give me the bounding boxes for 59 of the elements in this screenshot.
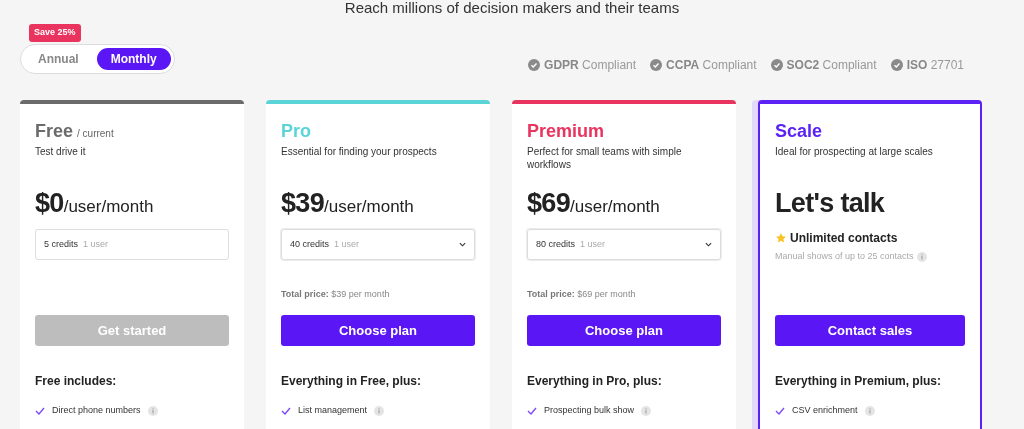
includes-heading: Everything in Free, plus:: [281, 373, 423, 390]
plan-tag: / current: [77, 126, 114, 141]
info-icon[interactable]: [374, 405, 385, 416]
includes-heading: Everything in Pro, plus:: [527, 373, 663, 390]
price-unit: /user/month: [63, 197, 154, 218]
feature-label: Prospecting bulk show: [544, 404, 635, 417]
credits-dropdown[interactable]: 40 credits 1 user: [281, 229, 475, 260]
plan-price: $69: [527, 187, 571, 220]
perk-note: Manual shows of up to 25 contacts: [775, 250, 914, 263]
feature-label: CSV enrichment: [792, 404, 858, 417]
includes-heading: Free includes:: [35, 373, 118, 390]
info-icon[interactable]: [916, 251, 927, 262]
credits-field: 5 credits 1 user: [35, 229, 229, 260]
perk-title: Unlimited contacts: [790, 230, 898, 247]
total-price: Total price: $39 per month: [281, 289, 390, 299]
plan-price: $0: [35, 187, 64, 220]
info-icon[interactable]: [864, 405, 875, 416]
plan-name: Premium: [527, 120, 605, 142]
plan-button[interactable]: Choose plan: [281, 315, 475, 346]
compliance-label: CCPA Compliant: [666, 57, 757, 74]
check-icon: [35, 406, 45, 415]
plan-name: Scale: [775, 120, 823, 142]
plan-price: Let's talk: [775, 187, 885, 220]
compliance-label: ISO 27701: [906, 57, 964, 74]
plan-description: Test drive it: [35, 145, 87, 159]
check-circle-icon: [650, 59, 663, 71]
plan-button[interactable]: Contact sales: [775, 315, 965, 346]
billing-toggle[interactable]: Annual Monthly: [20, 44, 175, 74]
check-circle-icon: [770, 59, 783, 71]
check-circle-icon: [890, 59, 903, 71]
star-icon: [775, 232, 787, 244]
discount-badge: Save 25%: [29, 24, 81, 42]
plan-button[interactable]: Choose plan: [527, 315, 721, 346]
billing-option[interactable]: Monthly: [96, 48, 171, 70]
total-price: Total price: $69 per month: [527, 289, 636, 299]
credits-dropdown[interactable]: 80 credits 1 user: [527, 229, 721, 260]
info-icon[interactable]: [147, 405, 158, 416]
info-icon[interactable]: [641, 405, 652, 416]
includes-heading: Everything in Premium, plus:: [775, 373, 943, 390]
compliance-label: GDPR Compliant: [544, 57, 637, 74]
check-icon: [527, 406, 537, 415]
check-circle-icon: [528, 59, 541, 71]
chevron-down-icon: [705, 242, 712, 247]
plan-name: Pro: [281, 120, 311, 142]
page-subtitle: Reach millions of decision makers and their teams: [344, 0, 680, 15]
check-icon: [775, 406, 785, 415]
plan-description: Ideal for prospecting at large scales: [775, 145, 934, 159]
feature-label: List management: [298, 404, 368, 417]
billing-option[interactable]: Annual: [24, 48, 93, 70]
feature-label: Direct phone numbers: [52, 404, 141, 417]
check-icon: [281, 406, 291, 415]
plan-description: Essential for finding your prospects: [281, 145, 438, 159]
chevron-down-icon: [459, 242, 466, 247]
price-unit: /user/month: [324, 197, 414, 218]
compliance-label: SOC2 Compliant: [786, 57, 877, 74]
plan-price: $39: [281, 187, 325, 220]
price-unit: /user/month: [570, 197, 660, 218]
plan-description: Perfect for small teams with simple workflows: [527, 145, 683, 172]
plan-name: Free: [35, 120, 74, 142]
